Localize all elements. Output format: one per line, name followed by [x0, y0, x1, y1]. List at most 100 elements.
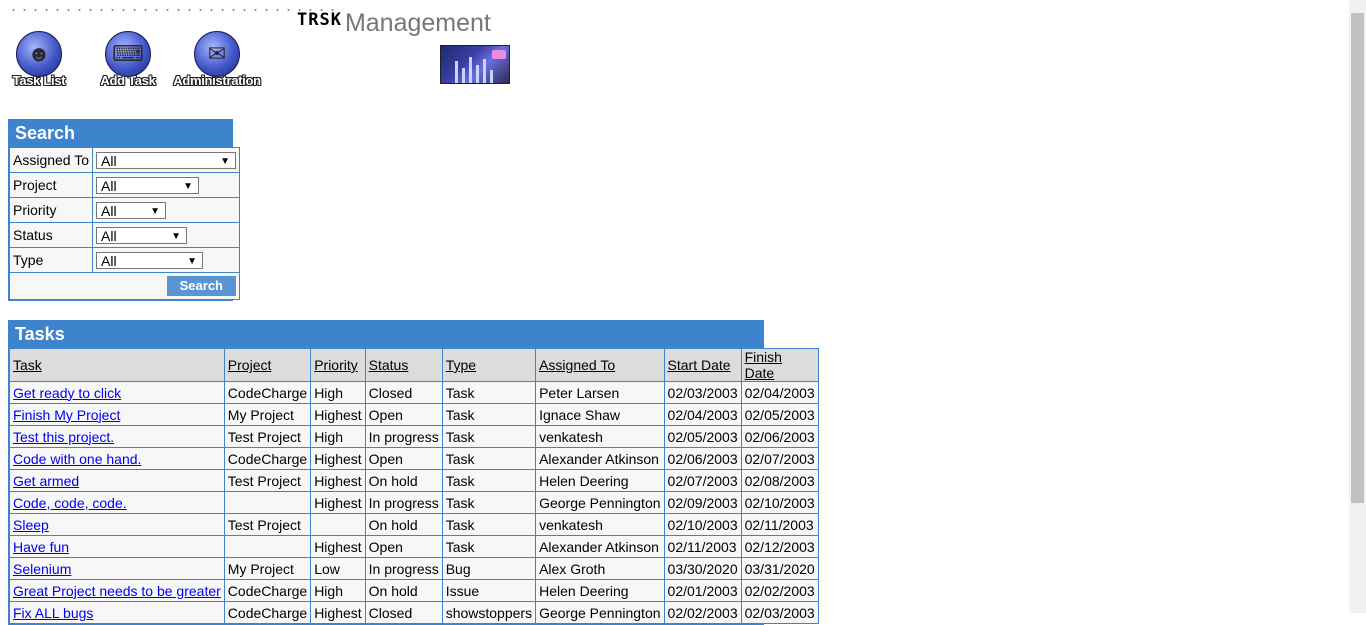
tasks-panel-title: Tasks: [9, 321, 763, 348]
task-link[interactable]: Sleep: [9, 513, 225, 536]
table-cell: Ignace Shaw: [535, 403, 665, 426]
table-cell: [223, 491, 312, 514]
table-cell: 02/09/2003: [663, 491, 742, 514]
logo-task-text: TRSK: [297, 10, 342, 30]
task-link[interactable]: Get armed: [9, 469, 225, 492]
table-cell: 02/11/2003: [663, 535, 742, 558]
table-cell: Test Project: [223, 425, 312, 448]
assigned-to-label: Assigned To: [8, 147, 94, 173]
table-cell: CodeCharge: [223, 447, 312, 470]
dotted-divider: [8, 9, 338, 11]
table-cell: 02/06/2003: [740, 425, 819, 448]
table-row: Test this project. Test Project High In pro…: [9, 425, 819, 448]
table-cell: Task: [441, 381, 537, 404]
table-cell: Task: [441, 447, 537, 470]
vertical-scrollbar[interactable]: [1349, 0, 1366, 613]
table-cell: 02/04/2003: [663, 403, 742, 426]
scrollbar-thumb[interactable]: [1351, 13, 1364, 503]
table-cell: Bug: [441, 557, 537, 580]
task-link[interactable]: Get ready to click: [9, 381, 225, 404]
column-header[interactable]: Priority: [310, 348, 366, 382]
column-header[interactable]: Assigned To: [535, 348, 665, 382]
type-label: Type: [8, 247, 94, 273]
table-cell: Task: [441, 535, 537, 558]
column-header[interactable]: Status: [364, 348, 443, 382]
search-form: Assigned To All ▼ Project All ▼ Priority A…: [8, 147, 241, 300]
task-link[interactable]: Have fun: [9, 535, 225, 558]
table-cell: Task: [441, 425, 537, 448]
task-link[interactable]: Finish My Project: [9, 403, 225, 426]
table-cell: In progress: [364, 425, 443, 448]
table-cell: 02/05/2003: [740, 403, 819, 426]
nav-administration[interactable]: ✉ Administration: [170, 31, 264, 88]
column-header[interactable]: Start Date: [663, 348, 742, 382]
search-button[interactable]: Search: [166, 276, 237, 296]
nav-task-list[interactable]: ☻ Task List: [8, 31, 70, 88]
dropdown-arrow-icon: ▼: [150, 205, 161, 217]
table-cell: Highest: [310, 491, 366, 514]
table-cell: [310, 513, 366, 536]
task-link[interactable]: Great Project needs to be greater: [9, 579, 225, 602]
dropdown-arrow-icon: ▼: [187, 255, 198, 267]
project-select[interactable]: All ▼: [96, 176, 200, 194]
table-cell: 02/07/2003: [663, 469, 742, 492]
table-cell: Task: [441, 469, 537, 492]
documents-icon: ✉: [194, 31, 240, 77]
table-cell: Low: [310, 557, 366, 580]
task-link[interactable]: Test this project.: [9, 425, 225, 448]
table-cell: 02/01/2003: [663, 579, 742, 602]
table-cell: On hold: [364, 579, 443, 602]
table-cell: 02/02/2003: [740, 579, 819, 602]
task-link[interactable]: Selenium: [9, 557, 225, 580]
table-cell: Highest: [310, 403, 366, 426]
table-row: Great Project needs to be greater CodeCha…: [9, 579, 819, 602]
promo-banner-image[interactable]: [440, 45, 510, 84]
priority-label: Priority: [8, 197, 94, 223]
table-cell: Open: [364, 447, 443, 470]
table-cell: Closed: [364, 381, 443, 404]
table-cell: 02/10/2003: [740, 491, 819, 514]
app-logo: TRSK Management: [297, 4, 491, 36]
table-cell: 02/08/2003: [740, 469, 819, 492]
table-cell: Test Project: [223, 469, 312, 492]
type-select[interactable]: All ▼: [96, 251, 204, 269]
assigned-to-select[interactable]: All ▼: [96, 151, 237, 169]
table-cell: 02/07/2003: [740, 447, 819, 470]
column-header[interactable]: Task: [9, 348, 225, 382]
task-link[interactable]: Code with one hand.: [9, 447, 225, 470]
table-cell: 03/31/2020: [740, 557, 819, 580]
dropdown-arrow-icon: ▼: [183, 180, 194, 192]
dropdown-arrow-icon: ▼: [220, 155, 231, 167]
status-label: Status: [8, 222, 94, 248]
column-header[interactable]: Finish Date: [740, 348, 819, 382]
table-cell: CodeCharge: [223, 579, 312, 602]
table-cell: Highest: [310, 447, 366, 470]
table-row: Have fun Highest Open Task Alexander Atkinso…: [9, 535, 819, 558]
task-link[interactable]: Code, code, code.: [9, 491, 225, 514]
tasks-table: Task Project Priority Status Type Assigned To…: [9, 348, 819, 624]
status-select[interactable]: All ▼: [96, 226, 188, 244]
dropdown-arrow-icon: ▼: [171, 230, 182, 242]
table-row: Code with one hand. CodeCharge Highest Open…: [9, 447, 819, 470]
nav-add-task[interactable]: ⌨ Add Task: [97, 31, 159, 88]
search-panel: Search Assigned To All ▼ Project All ▼ Pri…: [8, 119, 241, 301]
table-cell: High: [310, 381, 366, 404]
person-icon: ☻: [16, 31, 62, 77]
table-cell: On hold: [364, 513, 443, 536]
table-cell: Open: [364, 403, 443, 426]
table-cell: Helen Deering: [535, 469, 665, 492]
logo-management-text: Management: [344, 9, 491, 37]
table-row: Finish My Project My Project Highest Open Ta…: [9, 403, 819, 426]
table-cell: In progress: [364, 557, 443, 580]
table-row: Selenium My Project Low In progress Bug Alex …: [9, 557, 819, 580]
column-header[interactable]: Project: [223, 348, 312, 382]
column-header[interactable]: Type: [441, 348, 537, 382]
table-cell: High: [310, 579, 366, 602]
priority-select[interactable]: All ▼: [96, 201, 167, 219]
project-label: Project: [8, 172, 94, 198]
table-cell: High: [310, 425, 366, 448]
table-row: Code, code, code. Highest In progress Task G…: [9, 491, 819, 514]
table-cell: Highest: [310, 469, 366, 492]
table-cell: Alexander Atkinson: [535, 535, 665, 558]
table-cell: Task: [441, 491, 537, 514]
